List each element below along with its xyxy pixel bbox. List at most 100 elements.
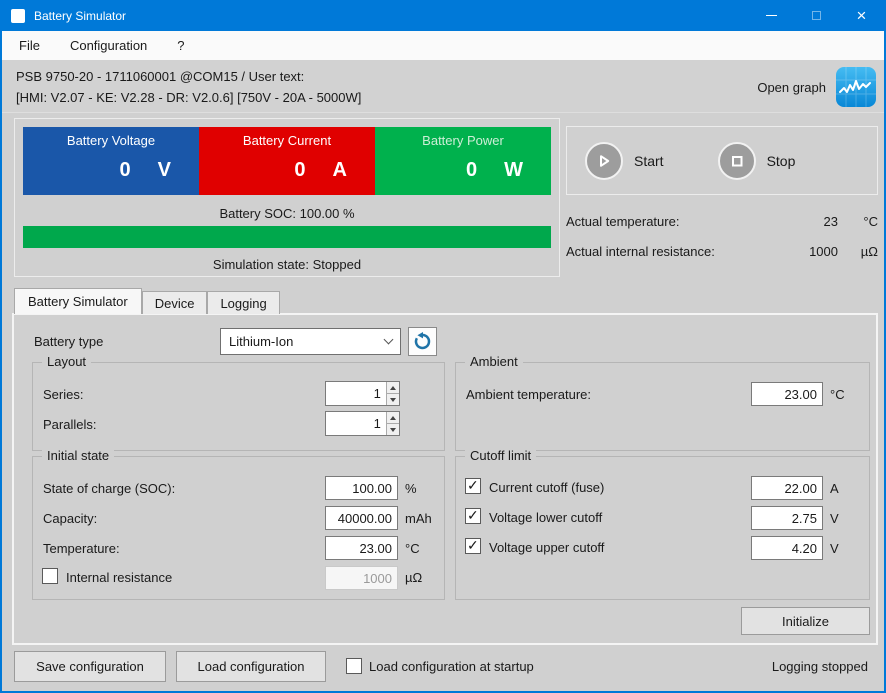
arrow-down-icon: [390, 398, 396, 402]
play-icon: [595, 152, 613, 170]
tab-strip: Battery Simulator Device Logging: [14, 288, 280, 314]
internal-resistance-checkbox[interactable]: [42, 568, 58, 584]
tab-logging[interactable]: Logging: [207, 291, 279, 314]
parallels-input[interactable]: [326, 412, 386, 435]
current-cutoff-field: [751, 476, 823, 500]
refresh-battery-type-button[interactable]: [408, 327, 437, 356]
internal-resistance-input[interactable]: [326, 567, 397, 589]
start-control[interactable]: Start: [585, 142, 664, 180]
battery-current-value: 0 A: [199, 159, 375, 182]
internal-resistance-unit: µΩ: [405, 570, 422, 585]
refresh-icon: [413, 332, 432, 351]
open-graph-control: Open graph: [757, 66, 876, 108]
parallels-spinner: [386, 412, 399, 435]
battery-simulator-tab-panel: Battery type Lithium-Ion Layout Series: …: [12, 313, 878, 645]
graph-icon[interactable]: [836, 67, 876, 107]
menu-help[interactable]: ?: [162, 31, 199, 60]
series-spin-down[interactable]: [387, 393, 399, 405]
current-cutoff-checkbox[interactable]: [465, 478, 481, 494]
initialize-button[interactable]: Initialize: [741, 607, 870, 635]
actual-resistance-label: Actual internal resistance:: [566, 244, 782, 259]
initial-temperature-input[interactable]: [326, 537, 397, 559]
actual-temperature-unit: °C: [838, 214, 878, 229]
series-spinner: [386, 382, 399, 405]
battery-power-title: Battery Power: [375, 127, 551, 148]
start-stop-panel: Start Stop: [566, 126, 878, 195]
device-info-line2: [HMI: V2.07 - KE: V2.28 - DR: V2.0.6] [7…: [16, 87, 361, 108]
series-input[interactable]: [326, 382, 386, 405]
start-label: Start: [634, 153, 664, 169]
capacity-input[interactable]: [326, 507, 397, 529]
app-icon: [11, 9, 25, 23]
actual-resistance-unit: µΩ: [838, 244, 878, 259]
device-info-line1: PSB 9750-20 - 1711060001 @COM15 / User t…: [16, 66, 361, 87]
current-cutoff-input[interactable]: [752, 477, 822, 499]
ambient-temperature-input[interactable]: [752, 383, 822, 405]
initial-temperature-unit: °C: [405, 541, 420, 556]
voltage-upper-cutoff-field: [751, 536, 823, 560]
menu-bar: File Configuration ?: [2, 31, 884, 60]
current-cutoff-label: Current cutoff (fuse): [489, 480, 604, 495]
soc-label: State of charge (SOC):: [43, 481, 175, 496]
parallels-spin-up[interactable]: [387, 412, 399, 423]
device-info: PSB 9750-20 - 1711060001 @COM15 / User t…: [16, 66, 361, 108]
voltage-lower-cutoff-input[interactable]: [752, 507, 822, 529]
app-window: Battery Simulator × File Configuration ?…: [0, 0, 886, 693]
parallels-spin-down[interactable]: [387, 423, 399, 435]
voltage-lower-cutoff-checkbox[interactable]: [465, 508, 481, 524]
current-cutoff-unit: A: [830, 481, 839, 496]
series-label: Series:: [43, 387, 83, 402]
voltage-upper-cutoff-label: Voltage upper cutoff: [489, 540, 604, 555]
soc-field: [325, 476, 398, 500]
voltage-number: 0: [120, 159, 131, 182]
voltage-upper-cutoff-input[interactable]: [752, 537, 822, 559]
battery-power-value: 0 W: [375, 159, 551, 182]
internal-resistance-label: Internal resistance: [66, 570, 172, 585]
series-field: [325, 381, 400, 406]
arrow-up-icon: [390, 386, 396, 390]
stop-button[interactable]: [718, 142, 756, 180]
title-bar: Battery Simulator ×: [2, 0, 884, 31]
battery-soc-label: Battery SOC: 100.00 %: [23, 206, 551, 221]
series-spin-up[interactable]: [387, 382, 399, 393]
cutoff-group-title: Cutoff limit: [465, 448, 536, 463]
voltage-lower-cutoff-field: [751, 506, 823, 530]
close-button[interactable]: ×: [839, 0, 884, 31]
menu-configuration[interactable]: Configuration: [55, 31, 162, 60]
open-graph-label: Open graph: [757, 80, 826, 95]
battery-current-title: Battery Current: [199, 127, 375, 148]
tab-device[interactable]: Device: [142, 291, 208, 314]
load-configuration-button[interactable]: Load configuration: [176, 651, 326, 682]
minimize-button[interactable]: [749, 0, 794, 31]
device-info-bar: PSB 9750-20 - 1711060001 @COM15 / User t…: [2, 60, 884, 113]
stop-control[interactable]: Stop: [718, 142, 796, 180]
current-number: 0: [294, 159, 305, 182]
close-icon: ×: [857, 7, 867, 24]
actual-temperature-label: Actual temperature:: [566, 214, 782, 229]
maximize-button[interactable]: [794, 0, 839, 31]
ambient-temperature-field: [751, 382, 823, 406]
soc-progress-fill: [23, 226, 551, 248]
voltage-upper-cutoff-checkbox[interactable]: [465, 538, 481, 554]
start-button[interactable]: [585, 142, 623, 180]
capacity-unit: mAh: [405, 511, 432, 526]
tab-battery-simulator[interactable]: Battery Simulator: [14, 288, 142, 314]
meter-row: Battery Voltage 0 V Battery Current 0 A …: [23, 127, 551, 195]
load-at-startup-checkbox[interactable]: [346, 658, 362, 674]
voltage-lower-cutoff-unit: V: [830, 511, 839, 526]
battery-voltage-value: 0 V: [23, 159, 199, 182]
actual-readouts: Actual temperature: 23 °C Actual interna…: [566, 206, 878, 266]
cutoff-limit-group: Cutoff limit Current cutoff (fuse) A Vol…: [455, 456, 870, 600]
save-configuration-button[interactable]: Save configuration: [14, 651, 166, 682]
capacity-field: [325, 506, 398, 530]
stop-icon: [728, 152, 746, 170]
battery-voltage-title: Battery Voltage: [23, 127, 199, 148]
layout-group: Layout Series: Parallels:: [32, 362, 445, 451]
layout-group-title: Layout: [42, 354, 91, 369]
battery-voltage-meter: Battery Voltage 0 V: [23, 127, 199, 195]
power-number: 0: [466, 159, 477, 182]
battery-type-select[interactable]: Lithium-Ion: [220, 328, 401, 355]
menu-file[interactable]: File: [4, 31, 55, 60]
soc-input[interactable]: [326, 477, 397, 499]
logging-status: Logging stopped: [772, 659, 868, 674]
